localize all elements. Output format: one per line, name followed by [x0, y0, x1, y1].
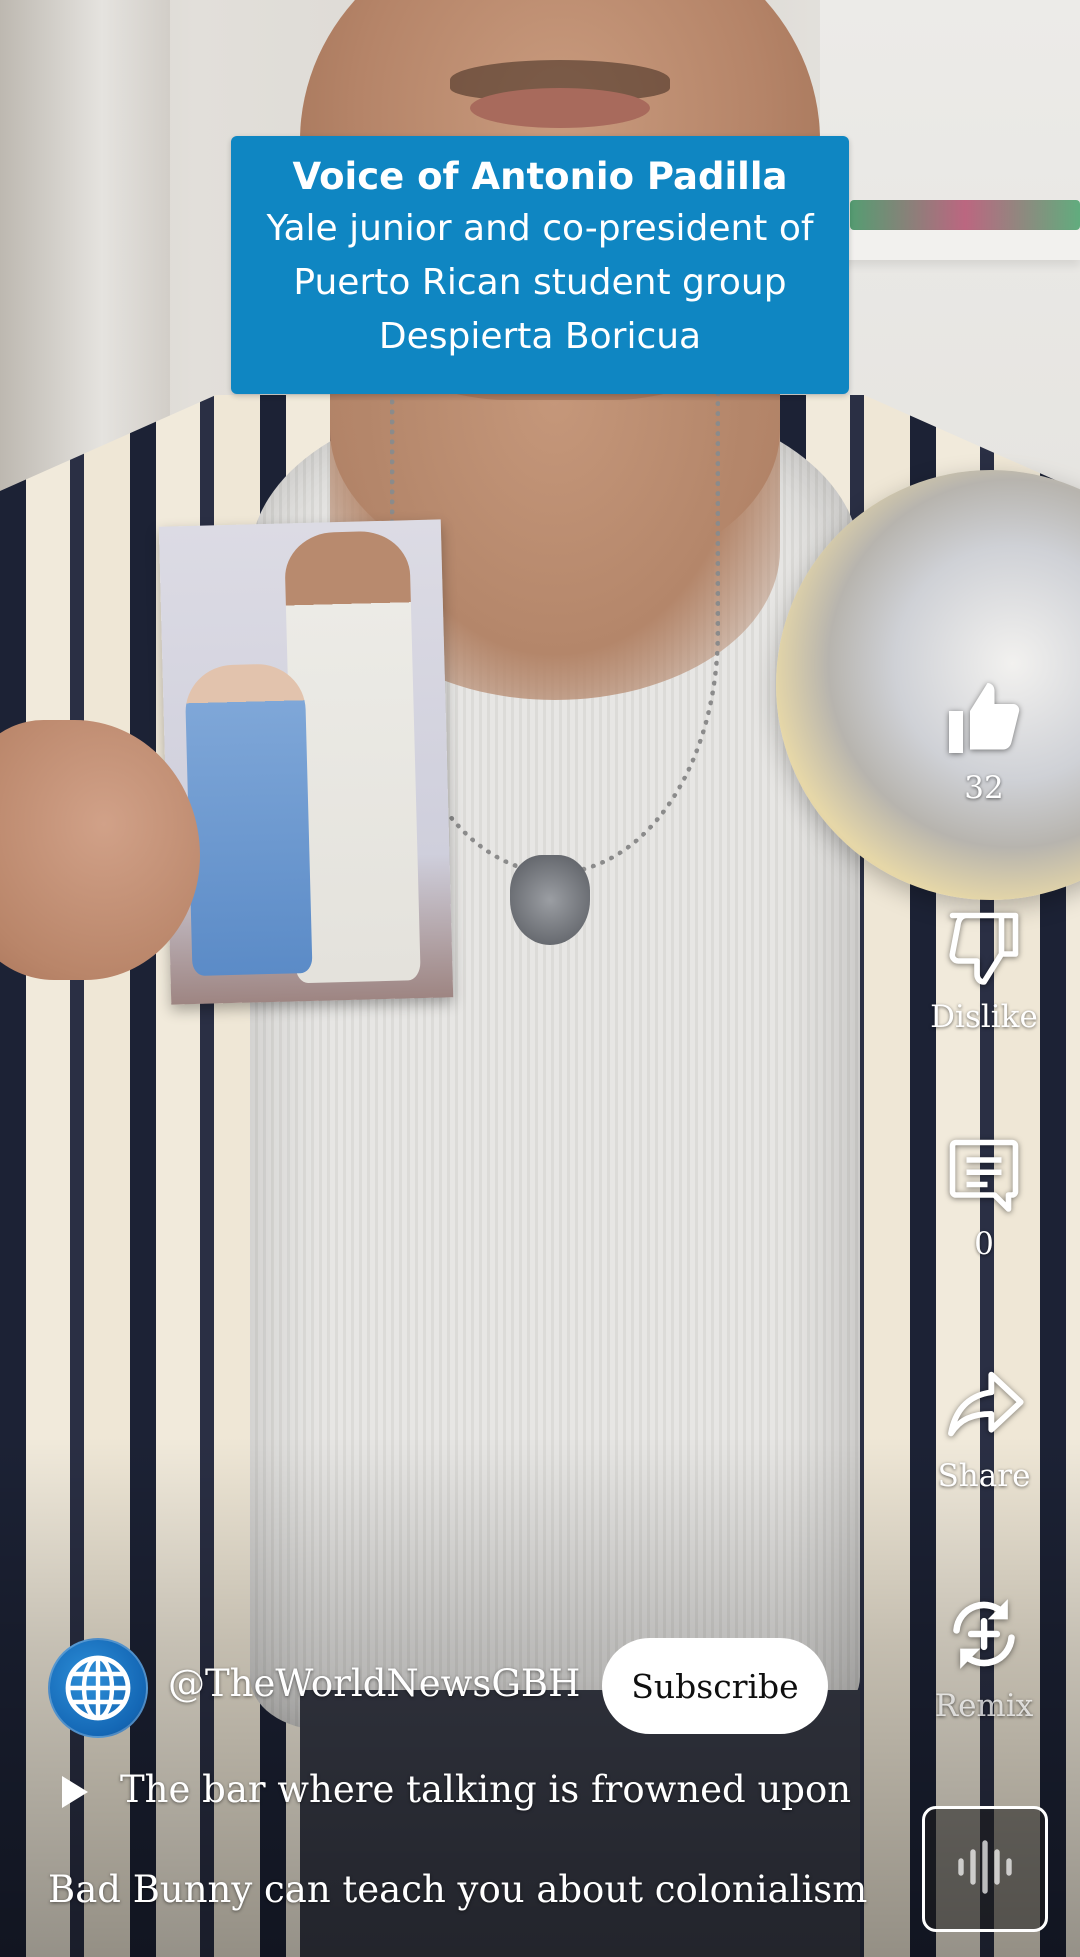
background-shelf: [830, 230, 1080, 260]
remix-icon: [953, 1599, 1015, 1669]
channel-handle[interactable]: @TheWorldNewsGBH: [168, 1662, 580, 1705]
audio-track-title: The bar where talking is frowned upon: [120, 1768, 852, 1811]
like-count: 32: [964, 770, 1004, 806]
like-button[interactable]: 32: [920, 676, 1048, 806]
caption-speaker-name: Voice of Antonio Padilla: [292, 155, 788, 198]
comment-icon: [949, 1139, 1019, 1212]
sound-thumbnail-button[interactable]: [922, 1806, 1048, 1932]
person-pendant: [510, 855, 590, 945]
audio-track-row[interactable]: The bar where talking is frowned upon: [56, 1768, 916, 1818]
dislike-button[interactable]: Dislike: [920, 905, 1048, 1035]
globe-icon: [65, 1655, 131, 1721]
thumbs-down-icon: [949, 912, 1019, 985]
speaker-caption-card: Voice of Antonio Padilla Yale junior and…: [231, 136, 849, 394]
comment-count: 0: [974, 1226, 994, 1262]
comment-button[interactable]: 0: [920, 1132, 1048, 1262]
thumbs-up-icon: [949, 683, 1020, 753]
share-label: Share: [937, 1458, 1031, 1494]
background-shelf-items: [850, 200, 1080, 230]
remix-label: Remix: [934, 1688, 1034, 1724]
play-icon: [62, 1776, 88, 1808]
share-button[interactable]: Share: [920, 1360, 1048, 1494]
photo-woman: [184, 663, 313, 977]
dislike-label: Dislike: [930, 999, 1038, 1035]
caption-speaker-description: Yale junior and co-president of Puerto R…: [231, 202, 849, 364]
channel-avatar[interactable]: [48, 1638, 148, 1738]
caption-line-1: Yale junior and co-president of: [266, 208, 814, 249]
audio-waveform-icon: [958, 1840, 1012, 1894]
subscribe-button[interactable]: Subscribe: [602, 1638, 828, 1734]
caption-line-2: Puerto Rican student group: [293, 262, 787, 303]
share-arrow-icon: [948, 1371, 1024, 1437]
held-photograph: [158, 519, 454, 1005]
person-mouth: [470, 88, 650, 128]
caption-line-3: Despierta Boricua: [378, 316, 702, 357]
remix-button[interactable]: Remix: [920, 1590, 1048, 1724]
video-title[interactable]: Bad Bunny can teach you about colonialis…: [48, 1868, 867, 1911]
channel-row: @TheWorldNewsGBH Subscribe: [48, 1638, 848, 1738]
